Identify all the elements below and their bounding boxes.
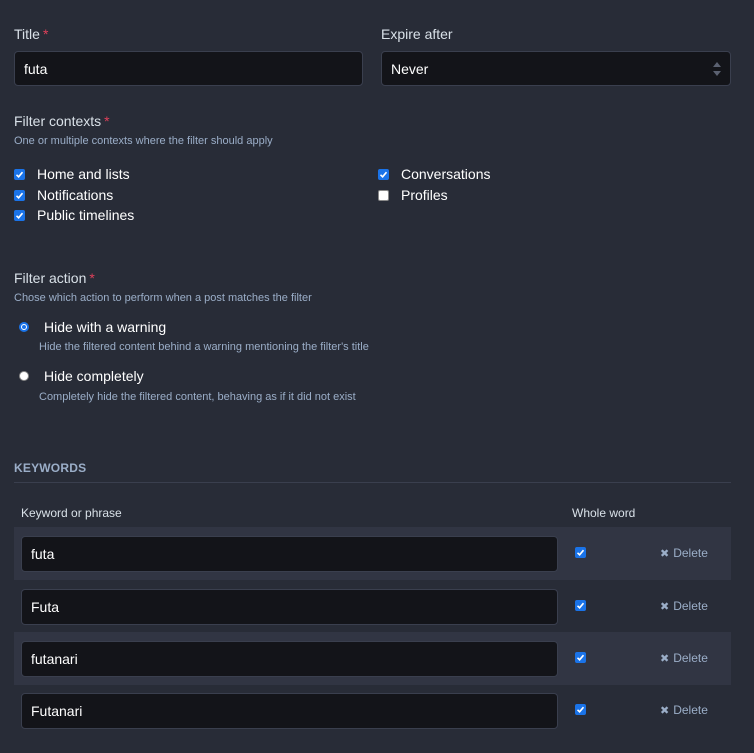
column-header-keyword: Keyword or phrase <box>21 506 122 520</box>
context-label: Home and lists <box>37 166 130 182</box>
radio-selected-icon[interactable] <box>19 322 29 332</box>
action-label: Hide completely <box>44 368 144 384</box>
action-hide-completely[interactable]: Hide completely <box>19 368 144 384</box>
keyword-row: ✖ Delete <box>14 684 731 737</box>
x-icon: ✖ <box>660 547 670 560</box>
keyword-row: ✖ Delete <box>14 632 731 685</box>
checkbox-checked-icon[interactable] <box>14 189 25 201</box>
delete-keyword-button[interactable]: ✖ Delete <box>660 703 708 717</box>
context-label: Public timelines <box>37 207 135 223</box>
filter-action-label: Filter action * <box>14 270 95 286</box>
filter-edit-form: Title* Expire after Never Filter context… <box>0 0 754 753</box>
whole-word-checkbox[interactable] <box>575 600 586 611</box>
whole-word-checkbox[interactable] <box>575 652 586 663</box>
radio-unselected-icon[interactable] <box>19 371 29 381</box>
delete-keyword-button[interactable]: ✖ Delete <box>660 599 708 613</box>
action-hint: Hide the filtered content behind a warni… <box>39 341 369 353</box>
whole-word-checkbox[interactable] <box>575 704 586 715</box>
delete-label: Delete <box>673 546 708 560</box>
delete-keyword-button[interactable]: ✖ Delete <box>660 651 708 665</box>
context-label: Notifications <box>37 187 114 203</box>
select-arrows-icon <box>713 62 721 76</box>
x-icon: ✖ <box>660 652 670 665</box>
context-label: Conversations <box>401 166 491 182</box>
action-hide-with-warning[interactable]: Hide with a warning <box>19 319 166 335</box>
expire-after-select[interactable]: Never <box>381 51 731 86</box>
x-icon: ✖ <box>660 600 670 613</box>
required-mark: * <box>42 26 49 42</box>
keyword-input[interactable] <box>21 693 558 729</box>
filter-contexts-label: Filter contexts * <box>14 113 110 129</box>
action-label: Hide with a warning <box>44 319 167 335</box>
required-mark: * <box>89 270 95 286</box>
context-conversations[interactable]: Conversations <box>378 166 491 182</box>
context-notifications[interactable]: Notifications <box>14 187 113 203</box>
column-header-whole-word: Whole word <box>572 506 636 520</box>
context-profiles[interactable]: Profiles <box>378 187 448 203</box>
whole-word-checkbox[interactable] <box>575 547 586 558</box>
keyword-input[interactable] <box>21 641 558 677</box>
delete-label: Delete <box>673 703 708 717</box>
title-label-text: Title <box>14 26 40 42</box>
keyword-row: ✖ Delete <box>14 580 731 633</box>
filter-contexts-label-text: Filter contexts <box>14 113 102 129</box>
x-icon: ✖ <box>660 704 670 717</box>
keyword-input[interactable] <box>21 589 558 625</box>
keyword-input[interactable] <box>21 536 558 572</box>
keyword-row: ✖ Delete <box>14 527 731 580</box>
keywords-heading: KEYWORDS <box>14 461 87 475</box>
delete-label: Delete <box>673 599 708 613</box>
delete-label: Delete <box>673 651 708 665</box>
checkbox-unchecked-icon[interactable] <box>378 189 389 201</box>
required-mark: * <box>104 113 110 129</box>
filter-contexts-hint: One or multiple contexts where the filte… <box>14 135 273 147</box>
context-public-timelines[interactable]: Public timelines <box>14 207 134 223</box>
filter-action-hint: Chose which action to perform when a pos… <box>14 292 312 304</box>
checkbox-checked-icon[interactable] <box>378 168 389 180</box>
context-label: Profiles <box>401 187 448 203</box>
title-input[interactable] <box>14 51 363 86</box>
expire-after-label: Expire after <box>381 26 453 42</box>
checkbox-checked-icon[interactable] <box>14 168 25 180</box>
divider <box>14 482 731 483</box>
context-home-and-lists[interactable]: Home and lists <box>14 166 130 182</box>
checkbox-checked-icon[interactable] <box>14 209 25 221</box>
delete-keyword-button[interactable]: ✖ Delete <box>660 546 708 560</box>
action-hint: Completely hide the filtered content, be… <box>39 391 356 403</box>
title-label: Title * <box>14 26 48 42</box>
expire-after-value: Never <box>391 60 429 77</box>
filter-action-label-text: Filter action <box>14 270 87 286</box>
